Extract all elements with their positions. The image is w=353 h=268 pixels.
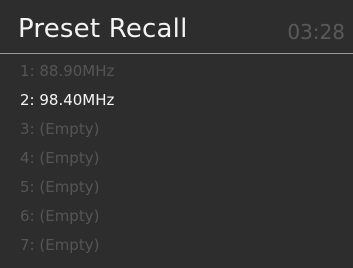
clock-time: 03:28 <box>287 20 345 44</box>
preset-item-1[interactable]: 1: 88.90MHz <box>0 57 353 86</box>
preset-item-4[interactable]: 4: (Empty) <box>0 144 353 173</box>
preset-item-5[interactable]: 5: (Empty) <box>0 173 353 202</box>
preset-item-3[interactable]: 3: (Empty) <box>0 115 353 144</box>
preset-recall-screen: Preset Recall 03:28 1: 88.90MHz 2: 98.40… <box>0 0 353 268</box>
preset-item-2[interactable]: 2: 98.40MHz <box>0 86 353 115</box>
page-title: Preset Recall <box>18 14 188 44</box>
preset-list: 1: 88.90MHz 2: 98.40MHz 3: (Empty) 4: (E… <box>0 57 353 260</box>
preset-item-7[interactable]: 7: (Empty) <box>0 231 353 260</box>
header-divider <box>0 53 353 54</box>
header-bar: Preset Recall 03:28 <box>0 0 353 53</box>
preset-item-6[interactable]: 6: (Empty) <box>0 202 353 231</box>
